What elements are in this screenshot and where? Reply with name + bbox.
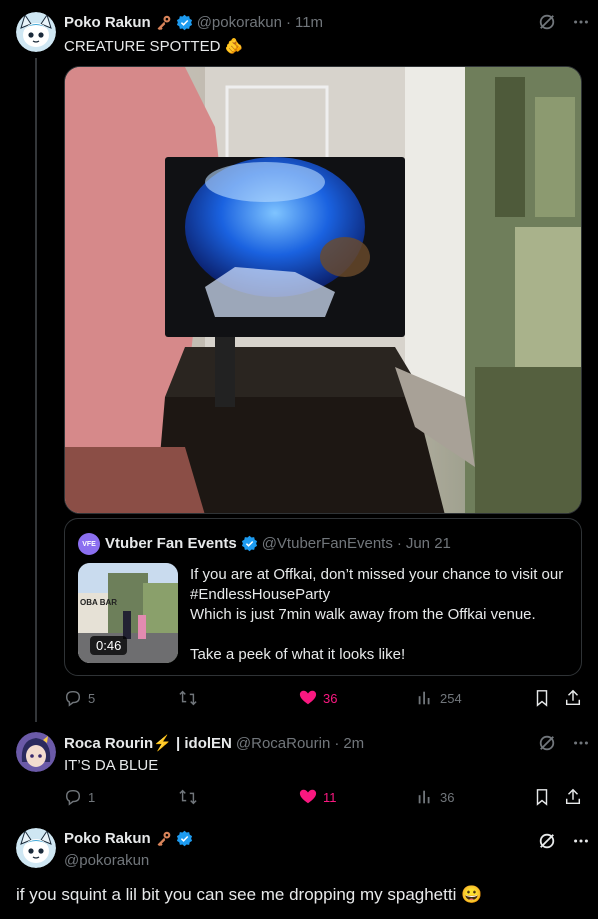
quote-author-name[interactable]: Vtuber Fan Events bbox=[105, 535, 237, 552]
tweet-top-actions bbox=[537, 12, 591, 32]
author-name[interactable]: Roca Rourin⚡ | idolEN bbox=[64, 734, 232, 752]
author-handle[interactable]: @RocaRourin bbox=[236, 735, 330, 752]
retweet-icon bbox=[179, 690, 197, 706]
tweet-top-actions bbox=[537, 831, 591, 851]
timestamp[interactable]: 2m bbox=[343, 735, 364, 752]
like-button[interactable]: 11 bbox=[299, 788, 337, 806]
tweet-actions: 5 36 254 bbox=[64, 689, 582, 709]
views-button[interactable]: 254 bbox=[416, 689, 462, 707]
reply-icon bbox=[65, 690, 81, 707]
like-button[interactable]: 36 bbox=[299, 689, 337, 707]
thread-connector bbox=[35, 58, 37, 722]
quote-text: If you are at Offkai, don’t missed your … bbox=[190, 566, 564, 663]
video-duration: 0:46 bbox=[90, 636, 128, 655]
tweet-header: Poko Rakun @pokorakun · 11m bbox=[64, 14, 324, 31]
bookmark-button[interactable] bbox=[533, 788, 551, 806]
avatar[interactable] bbox=[16, 732, 56, 772]
views-icon bbox=[418, 790, 430, 804]
key-icon bbox=[157, 831, 170, 847]
quote-video-thumbnail[interactable]: OBA BAR 0:46 bbox=[78, 563, 178, 663]
views-button[interactable]: 36 bbox=[416, 788, 454, 806]
verified-badge-icon bbox=[176, 14, 192, 31]
tweet-header: Roca Rourin⚡ | idolEN @RocaRourin · 2m bbox=[64, 734, 365, 753]
tweet-top-actions bbox=[537, 733, 591, 753]
like-icon bbox=[299, 690, 317, 705]
views-icon bbox=[418, 691, 430, 705]
more-icon[interactable] bbox=[571, 733, 591, 753]
quote-author-handle[interactable]: @VtuberFanEvents bbox=[262, 535, 393, 552]
timestamp[interactable]: 11m bbox=[295, 14, 323, 31]
quote-date[interactable]: Jun 21 bbox=[406, 535, 451, 552]
reply-icon bbox=[65, 789, 81, 806]
retweet-button[interactable] bbox=[178, 689, 204, 707]
share-icon bbox=[565, 788, 581, 805]
share-button[interactable] bbox=[564, 689, 582, 707]
author-handle[interactable]: @pokorakun bbox=[197, 14, 282, 31]
tweet-text: CREATURE SPOTTED 🫵 bbox=[64, 38, 244, 55]
like-icon bbox=[299, 789, 317, 804]
author-name[interactable]: Poko Rakun bbox=[64, 14, 151, 31]
grok-icon[interactable] bbox=[537, 12, 557, 32]
bookmark-icon bbox=[536, 789, 548, 806]
bookmark-icon bbox=[536, 690, 548, 707]
quoted-tweet[interactable]: VFE Vtuber Fan Events @VtuberFanEvents ·… bbox=[64, 518, 582, 676]
author-name[interactable]: Poko Rakun bbox=[64, 830, 151, 847]
key-icon bbox=[157, 15, 170, 31]
retweet-icon bbox=[179, 789, 197, 805]
verified-badge-icon bbox=[241, 535, 257, 552]
author-handle[interactable]: @pokorakun bbox=[64, 852, 149, 869]
share-button[interactable] bbox=[564, 788, 582, 806]
emoji: 🫵 bbox=[224, 38, 244, 55]
more-icon[interactable] bbox=[571, 12, 591, 32]
quote-avatar[interactable]: VFE bbox=[78, 533, 100, 555]
grok-icon[interactable] bbox=[537, 733, 557, 753]
tweet-header: Poko Rakun bbox=[64, 830, 193, 847]
avatar[interactable] bbox=[16, 828, 56, 868]
bookmark-button[interactable] bbox=[533, 689, 551, 707]
more-icon[interactable] bbox=[571, 831, 591, 851]
avatar[interactable] bbox=[16, 12, 56, 52]
tweet-text: IT’S DA BLUE bbox=[64, 757, 159, 774]
share-icon bbox=[565, 689, 581, 706]
svg-text:OBA BAR: OBA BAR bbox=[80, 598, 117, 607]
emoji: 😀 bbox=[461, 885, 483, 904]
verified-badge-icon bbox=[176, 830, 192, 847]
tweet-media-video[interactable] bbox=[64, 66, 582, 514]
quote-header: Vtuber Fan Events @VtuberFanEvents · Jun… bbox=[105, 535, 451, 552]
grok-icon[interactable] bbox=[537, 831, 557, 851]
reply-button[interactable]: 1 bbox=[64, 788, 95, 806]
tweet-actions: 1 11 36 bbox=[64, 788, 582, 808]
reply-button[interactable]: 5 bbox=[64, 689, 95, 707]
video-frame bbox=[65, 67, 581, 513]
retweet-button[interactable] bbox=[178, 788, 204, 806]
tweet-text: if you squint a lil bit you can see me d… bbox=[16, 885, 483, 904]
